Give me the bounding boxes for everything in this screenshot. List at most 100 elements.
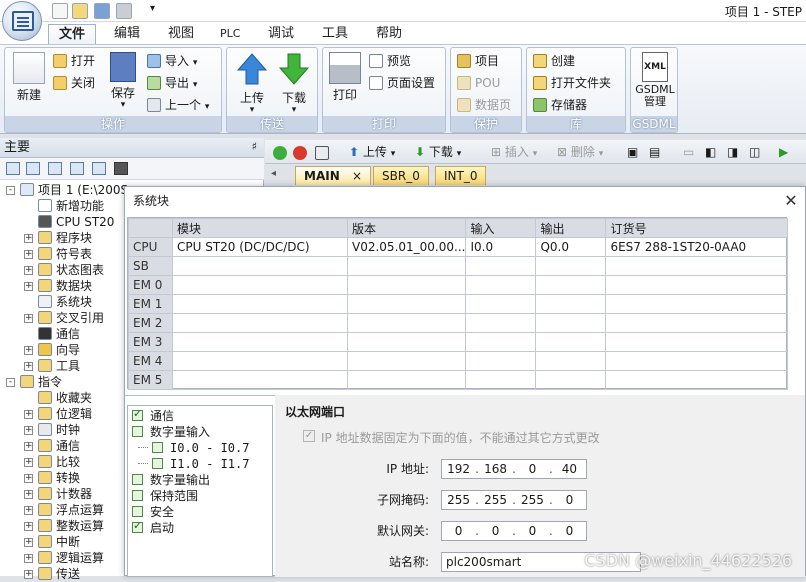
save-dropdown-icon[interactable]: ▾ — [107, 101, 139, 110]
stop-icon[interactable] — [293, 143, 307, 161]
go-icon[interactable]: ▶ — [779, 143, 788, 161]
close-button[interactable]: 关闭 — [51, 74, 95, 92]
cell-version[interactable] — [346, 275, 467, 295]
cell-module[interactable] — [172, 351, 348, 371]
menu-tab-debug[interactable]: 调试 — [258, 24, 304, 44]
expand-icon[interactable]: + — [24, 490, 33, 499]
expand-icon[interactable]: + — [24, 522, 33, 531]
config-tree-item[interactable]: 启动 — [150, 520, 174, 536]
tree-item[interactable]: + 传送 — [24, 566, 80, 582]
table-icon[interactable] — [26, 162, 40, 175]
cell-version[interactable] — [346, 313, 467, 333]
cell-module[interactable] — [172, 294, 348, 314]
menu-tab-tools[interactable]: 工具 — [312, 24, 358, 44]
cell-module[interactable] — [172, 332, 348, 352]
cell-output[interactable] — [535, 370, 607, 390]
expand-icon[interactable]: + — [24, 410, 33, 419]
cell-version[interactable] — [346, 294, 467, 314]
expand-icon[interactable]: + — [24, 282, 33, 291]
cell-order[interactable]: 6ES7 288-1ST20-0AA0 — [605, 237, 788, 257]
cell-output[interactable] — [535, 313, 607, 333]
open-folder-button[interactable]: 打开文件夹 — [531, 74, 611, 92]
cell-module[interactable]: CPU ST20 (DC/DC/DC) — [172, 237, 348, 257]
tree-item[interactable]: + 通信 — [24, 438, 80, 454]
cell-order[interactable] — [605, 370, 788, 390]
tree-item[interactable]: + 中断 — [24, 534, 80, 550]
gateway-octet[interactable]: 0 — [442, 522, 475, 540]
tree-item[interactable]: + 数据块 — [24, 278, 92, 294]
toolbar-upload-button[interactable]: ⬆ 上传 ▾ — [349, 143, 395, 161]
save-button[interactable]: 保存 ▾ — [107, 52, 139, 110]
download-button[interactable]: 下载 ▾ — [275, 52, 313, 115]
cell-order[interactable] — [605, 275, 788, 295]
tree-item[interactable]: + 符号表 — [24, 246, 92, 262]
tree-item[interactable]: CPU ST20 — [38, 214, 114, 230]
expand-icon[interactable]: + — [24, 362, 33, 371]
pin-icon[interactable]: ♯ — [252, 140, 257, 153]
expand-icon[interactable]: + — [24, 346, 33, 355]
protect-data-page-button[interactable]: 数据页 — [455, 96, 511, 114]
tree-item[interactable]: + 状态图表 — [24, 262, 104, 278]
mask-octet[interactable]: 0 — [553, 491, 586, 509]
config-tree-item[interactable]: 通信 — [150, 408, 174, 424]
table-row[interactable]: EM 5 — [128, 370, 788, 390]
subnet-mask-field[interactable]: 255. 255. 255. 0 — [441, 490, 587, 510]
cell-output[interactable]: Q0.0 — [535, 237, 607, 257]
config-tree-item[interactable]: 数字量输入 — [150, 424, 210, 440]
cell-output[interactable] — [535, 332, 607, 352]
tab-int0[interactable]: INT_0 — [435, 166, 487, 185]
upload-dropdown-icon[interactable]: ▾ — [233, 106, 271, 115]
tree-item[interactable]: + 交叉引用 — [24, 310, 104, 326]
mask-octet[interactable]: 255 — [479, 491, 512, 509]
tab-sbr0[interactable]: SBR_0 — [373, 166, 429, 185]
table-row[interactable]: EM 1 — [128, 294, 788, 314]
expand-icon[interactable]: + — [24, 250, 33, 259]
cell-input[interactable]: I0.0 — [465, 237, 537, 257]
expand-icon[interactable]: + — [24, 570, 33, 579]
gateway-octet[interactable]: 0 — [553, 522, 586, 540]
cell-input[interactable] — [465, 275, 537, 295]
cell-version[interactable] — [346, 351, 467, 371]
cell-input[interactable] — [465, 294, 537, 314]
tree-item[interactable]: - 指令 — [6, 374, 62, 390]
ip-octet[interactable]: 40 — [553, 460, 586, 478]
cell-order[interactable] — [605, 332, 788, 352]
config-tree-item[interactable]: 保持范围 — [150, 488, 198, 504]
compile-icon[interactable] — [315, 143, 329, 161]
config-tree-item[interactable]: 数字量输出 — [150, 472, 210, 488]
quick-access-dropdown-icon[interactable]: ▾ — [150, 3, 155, 14]
run-icon[interactable] — [273, 143, 287, 161]
cell-input[interactable] — [465, 370, 537, 390]
table-row[interactable]: EM 2 — [128, 313, 788, 333]
new-file-icon[interactable] — [52, 3, 68, 19]
tree-item[interactable]: + 向导 — [24, 342, 80, 358]
cell-input[interactable] — [465, 256, 537, 276]
memory-button[interactable]: 存储器 — [531, 96, 587, 114]
gateway-octet[interactable]: 0 — [479, 522, 512, 540]
config-tree-item[interactable]: 安全 — [150, 504, 174, 520]
tree-item[interactable]: + 计数器 — [24, 486, 92, 502]
table-row[interactable]: EM 3 — [128, 332, 788, 352]
cell-order[interactable] — [605, 256, 788, 276]
tree-item[interactable]: + 转换 — [24, 470, 80, 486]
cell-output[interactable] — [535, 294, 607, 314]
export-button[interactable]: 导出 ▾ — [145, 74, 197, 92]
expand-icon[interactable]: + — [24, 506, 33, 515]
table-row[interactable]: CPU CPU ST20 (DC/DC/DC) V02.05.01_00.00...… — [128, 237, 788, 257]
expand-icon[interactable]: + — [24, 234, 33, 243]
cell-input[interactable] — [465, 351, 537, 371]
expand-icon[interactable]: + — [24, 458, 33, 467]
tab-main[interactable]: MAIN × — [295, 166, 371, 185]
cell-order[interactable] — [605, 351, 788, 371]
tree-item[interactable]: + 比较 — [24, 454, 80, 470]
menu-tab-view[interactable]: 视图 — [158, 24, 204, 44]
cell-module[interactable] — [172, 275, 348, 295]
previous-button[interactable]: 上一个 ▾ — [145, 96, 209, 114]
config-tree-item[interactable]: I0.0 - I0.7 — [170, 440, 249, 456]
expand-icon[interactable]: + — [24, 426, 33, 435]
rung-right-icon[interactable]: ◨ — [727, 143, 738, 161]
expand-icon[interactable]: + — [24, 266, 33, 275]
table-row[interactable]: SB — [128, 256, 788, 276]
network-icon[interactable] — [114, 162, 128, 175]
upload-button[interactable]: 上传 ▾ — [233, 52, 271, 115]
